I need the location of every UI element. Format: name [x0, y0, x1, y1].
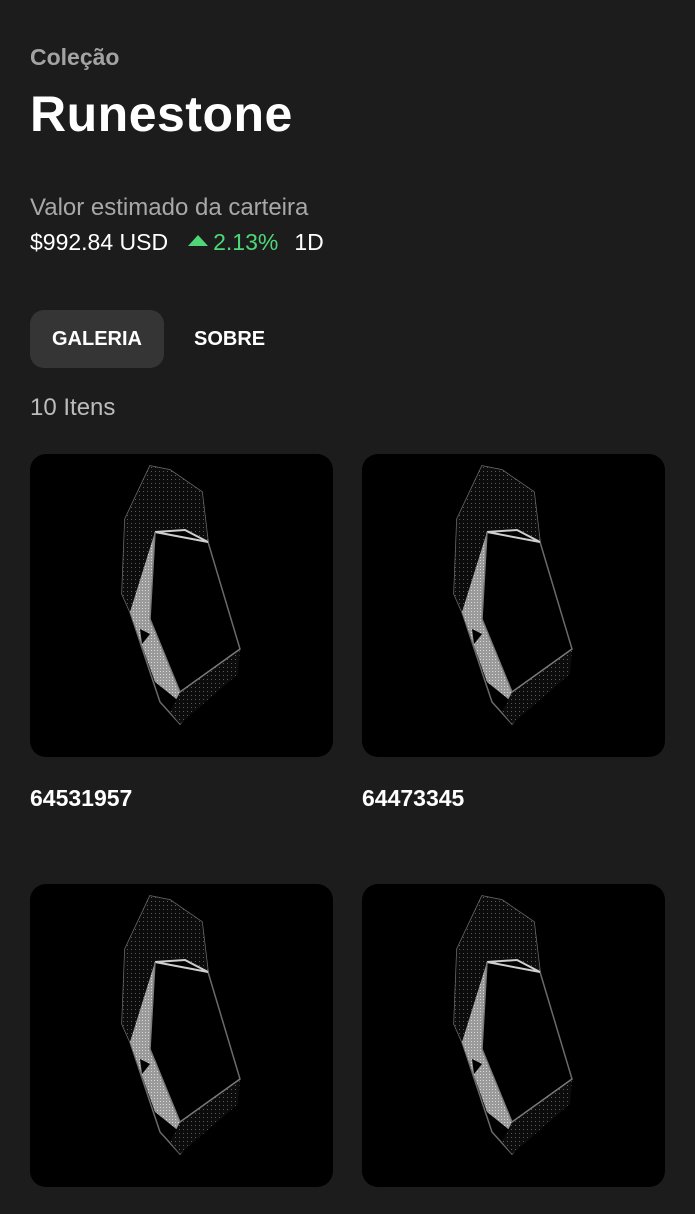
nft-image[interactable] — [362, 884, 665, 1187]
triangle-up-icon — [188, 235, 209, 246]
wallet-value-row: $992.84 USD 2.13% 1D — [30, 227, 324, 257]
wallet-value-label: Valor estimado da carteira — [30, 194, 309, 221]
nft-name: 64531957 — [30, 785, 133, 811]
nft-card[interactable]: 64473345 — [362, 454, 665, 812]
nft-name: 64473345 — [362, 785, 465, 811]
price-change: 2.13% — [188, 228, 278, 256]
nft-image[interactable] — [30, 884, 333, 1187]
nft-card[interactable] — [362, 884, 665, 1214]
nft-card[interactable]: 64531957 — [30, 454, 333, 812]
runestone-crystal-image — [121, 895, 241, 1156]
item-count: 10 Itens — [30, 394, 116, 421]
page-title: Runestone — [30, 86, 293, 142]
tab-galeria[interactable]: GALERIA — [30, 310, 164, 368]
price-change-value: 2.13% — [213, 229, 279, 255]
tab-bar: GALERIA SOBRE — [30, 310, 287, 368]
collection-label: Coleção — [30, 44, 120, 70]
runestone-crystal-image — [453, 895, 573, 1156]
wallet-value: $992.84 USD — [30, 229, 169, 255]
nft-card[interactable] — [30, 884, 333, 1214]
nft-image[interactable] — [362, 454, 665, 757]
runestone-crystal-image — [121, 465, 241, 726]
runestone-crystal-image — [453, 465, 573, 726]
tab-sobre[interactable]: SOBRE — [172, 310, 287, 368]
period-label: 1D — [294, 229, 324, 255]
nft-image[interactable] — [30, 454, 333, 757]
